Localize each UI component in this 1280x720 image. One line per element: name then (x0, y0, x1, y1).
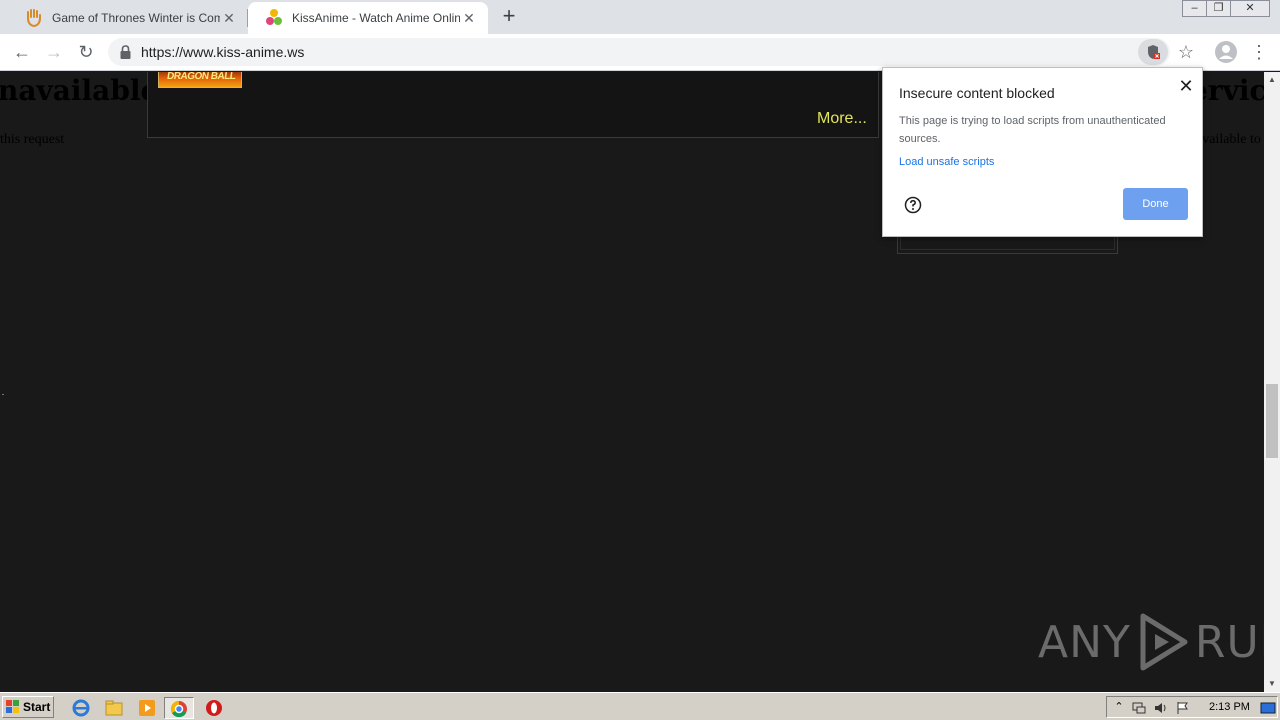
insecure-content-shield-icon[interactable] (1138, 39, 1168, 65)
close-icon[interactable]: ✕ (220, 10, 238, 27)
opera-icon[interactable] (203, 697, 225, 719)
anyrun-watermark: ANY RUN (1038, 612, 1264, 672)
bookmark-star-icon[interactable]: ☆ (1174, 40, 1198, 64)
address-bar[interactable]: https://www.kiss-anime.ws (108, 38, 1170, 66)
kissanime-icon (266, 9, 282, 25)
url-text[interactable]: https://www.kiss-anime.ws (141, 44, 304, 60)
tab-title: KissAnime - Watch Anime Online English (292, 11, 460, 25)
restore-button[interactable]: ❐ (1206, 0, 1231, 17)
chrome-icon (170, 700, 187, 718)
start-label: Start (23, 700, 51, 714)
start-button[interactable]: Start (2, 696, 54, 718)
windows-logo-icon (6, 700, 19, 713)
network-icon[interactable] (1131, 700, 1147, 716)
file-explorer-icon[interactable] (103, 697, 125, 719)
media-player-icon[interactable] (136, 697, 158, 719)
scroll-down-arrow-icon[interactable]: ▼ (1264, 676, 1280, 692)
anime-list-box: More... (147, 72, 879, 138)
watermark-right: RUN (1194, 616, 1264, 668)
close-icon[interactable]: ✕ (460, 10, 478, 27)
tab-strip: Game of Thrones Winter is Coming ✕ KissA… (0, 0, 1280, 34)
scroll-up-arrow-icon[interactable]: ▲ (1264, 72, 1280, 88)
window-controls: – ❐ ✕ (1182, 0, 1270, 18)
tab-game-of-thrones[interactable]: Game of Thrones Winter is Coming ✕ (8, 2, 248, 34)
back-button[interactable]: ← (10, 40, 34, 64)
stray-dot (2, 394, 4, 395)
minimize-button[interactable]: – (1182, 0, 1207, 17)
volume-icon[interactable] (1153, 700, 1169, 716)
window-close-button[interactable]: ✕ (1230, 0, 1270, 17)
close-icon[interactable]: ✕ (1176, 76, 1196, 96)
show-hidden-icons-icon[interactable]: ⌃ (1111, 700, 1127, 716)
profile-avatar-icon[interactable] (1214, 40, 1238, 64)
insecure-content-popup: Insecure content blocked ✕ This page is … (882, 67, 1203, 237)
show-desktop-icon[interactable] (1260, 700, 1276, 716)
lock-icon (120, 45, 131, 59)
browser-toolbar: ← → ↻ https://www.kiss-anime.ws ☆ ⋮ (0, 34, 1280, 71)
done-button[interactable]: Done (1123, 188, 1188, 220)
internet-explorer-icon[interactable] (70, 697, 92, 719)
help-icon[interactable] (904, 196, 922, 214)
popup-message: This page is trying to load scripts from… (899, 115, 1166, 145)
popup-title: Insecure content blocked (899, 85, 1055, 101)
thumbnail-label: DRAGON BALL (166, 72, 237, 82)
tab-title: Game of Thrones Winter is Coming (52, 11, 220, 25)
system-tray: ⌃ 2:13 PM (1106, 696, 1278, 718)
error-subtitle-right: available to (1196, 132, 1261, 147)
menu-icon[interactable]: ⋮ (1250, 40, 1268, 64)
forward-button[interactable]: → (42, 40, 66, 64)
more-link[interactable]: More... (817, 110, 867, 128)
hand-icon (27, 9, 41, 28)
vertical-scrollbar[interactable]: ▲ ▼ (1264, 72, 1280, 692)
clock[interactable]: 2:13 PM (1209, 701, 1250, 713)
reload-button[interactable]: ↻ (74, 40, 98, 64)
play-logo-icon (1140, 613, 1188, 671)
load-unsafe-scripts-link[interactable]: Load unsafe scripts (899, 156, 994, 168)
new-tab-button[interactable]: + (498, 5, 520, 28)
tab-kissanime[interactable]: KissAnime - Watch Anime Online English ✕ (248, 2, 488, 34)
windows-taskbar: Start ⌃ 2:13 PM (0, 692, 1280, 720)
watermark-left: ANY (1038, 616, 1131, 668)
error-title-left: navailable (0, 74, 159, 107)
action-center-flag-icon[interactable] (1175, 700, 1191, 716)
dragon-ball-thumbnail[interactable]: DRAGON BALL (158, 72, 242, 88)
error-subtitle-left: this request (0, 132, 65, 147)
chrome-taskbar-button[interactable] (164, 697, 194, 719)
scrollbar-thumb[interactable] (1266, 384, 1278, 458)
